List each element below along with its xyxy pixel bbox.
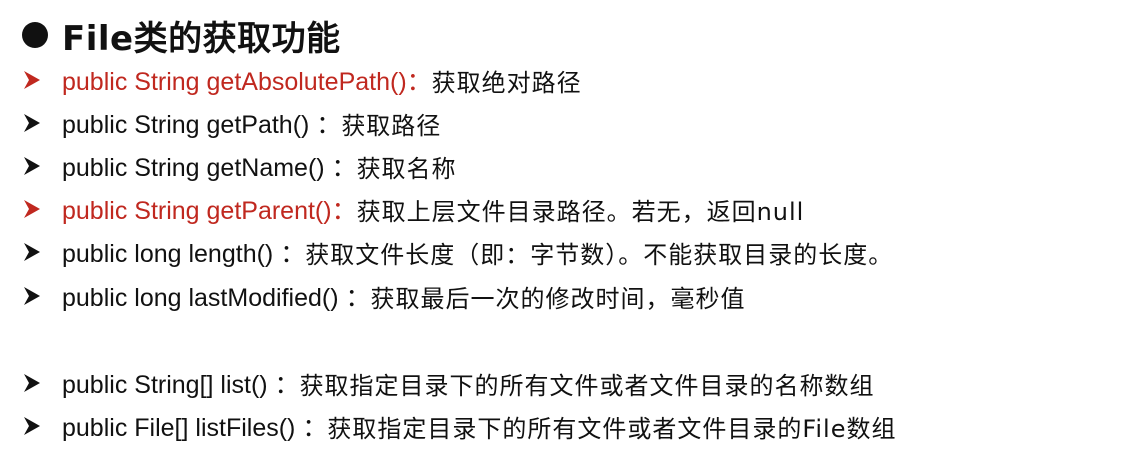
arrow-bullet-icon (24, 114, 40, 132)
method-signature: public String getPath() ： (62, 111, 342, 139)
arrow-bullet-icon (24, 200, 40, 218)
heading-text: File类的获取功能 (62, 18, 341, 59)
list-item-length: public long length() ： 获取文件长度（即：字节数）。不能获… (22, 234, 893, 270)
list-item-last-modified: public long lastModified() ： 获取最后一次的修改时间… (22, 278, 745, 314)
arrow-bullet-icon (24, 374, 40, 392)
method-description: 获取文件长度（即：字节数）。不能获取目录的长度。 (305, 240, 894, 269)
method-description: 获取绝对路径 (431, 68, 582, 97)
method-description: 获取路径 (341, 111, 442, 140)
method-signature: public long length() ： (62, 240, 306, 268)
list-item-get-absolute-path: public String getAbsolutePath()： 获取绝对路径 (22, 62, 582, 98)
list-item-get-parent: public String getParent()： 获取上层文件目录路径。若无… (22, 191, 804, 227)
slide-heading: File类的获取功能 (22, 12, 341, 59)
list-item-get-name: public String getName() ： 获取名称 (22, 148, 457, 184)
method-description: 获取名称 (356, 154, 457, 183)
arrow-bullet-icon (24, 157, 40, 175)
method-signature: public String[] list() ： (62, 371, 300, 399)
arrow-bullet-icon (24, 243, 40, 261)
method-description: 获取指定目录下的所有文件或者文件目录的File数组 (327, 414, 897, 443)
method-signature: public File[] listFiles() ： (62, 414, 328, 442)
list-item-list-files: public File[] listFiles() ： 获取指定目录下的所有文件… (22, 408, 897, 444)
arrow-bullet-icon (24, 417, 40, 435)
list-item-list: public String[] list() ： 获取指定目录下的所有文件或者文… (22, 365, 875, 401)
method-signature: public long lastModified() ： (62, 284, 371, 312)
bullet-dot-icon (22, 22, 48, 48)
method-signature: public String getParent()： (62, 197, 357, 225)
slide: File类的获取功能 public String getAbsolutePath… (0, 0, 1129, 469)
arrow-bullet-icon (24, 287, 40, 305)
method-description: 获取上层文件目录路径。若无，返回null (356, 197, 805, 226)
method-signature: public String getAbsolutePath()： (62, 68, 432, 96)
method-description: 获取最后一次的修改时间，毫秒值 (370, 284, 746, 313)
method-description: 获取指定目录下的所有文件或者文件目录的名称数组 (299, 371, 875, 400)
list-item-get-path: public String getPath() ： 获取路径 (22, 105, 441, 141)
method-signature: public String getName() ： (62, 154, 357, 182)
arrow-bullet-icon (24, 71, 40, 89)
